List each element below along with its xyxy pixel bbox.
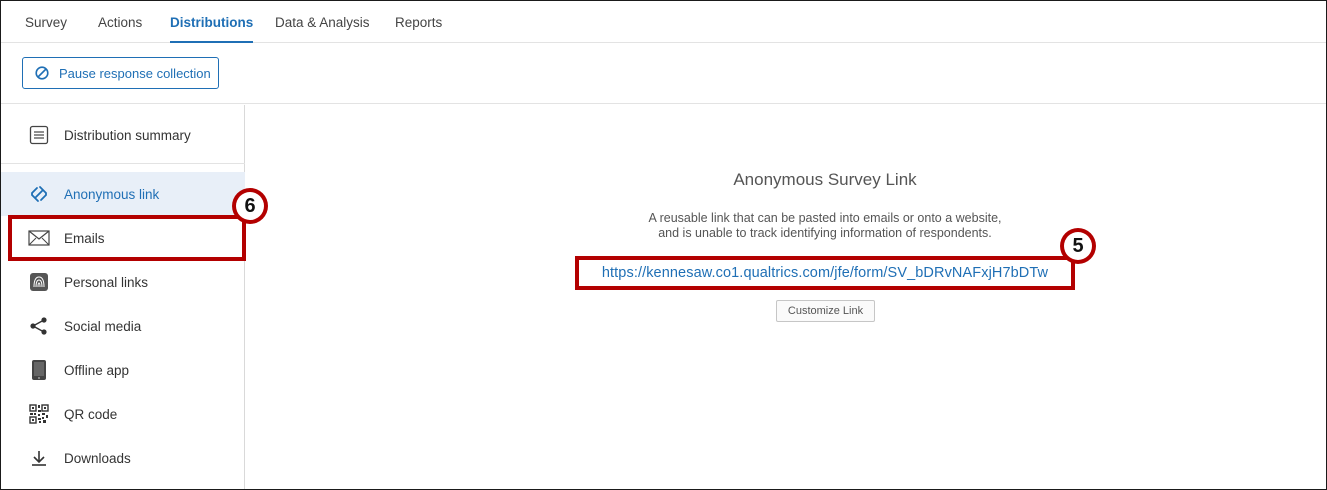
sidebar-item-label: Anonymous link	[64, 186, 160, 202]
sidebar-item-offline-app[interactable]: Offline app	[1, 348, 245, 392]
sidebar-item-label: Distribution summary	[64, 127, 191, 143]
anonymous-link-highlight: https://kennesaw.co1.qualtrics.com/jfe/f…	[575, 256, 1075, 290]
step-badge-6: 6	[232, 188, 268, 224]
sidebar-item-label: QR code	[64, 406, 118, 422]
sidebar-item-anonymous-link[interactable]: Anonymous link	[1, 172, 245, 216]
sidebar-item-downloads[interactable]: Downloads	[1, 436, 245, 480]
qr-code-icon	[28, 403, 50, 425]
share-icon	[28, 315, 50, 337]
phone-icon	[28, 359, 50, 381]
sidebar-item-qr-code[interactable]: QR code	[1, 392, 245, 436]
customize-link-button[interactable]: Customize Link	[776, 300, 875, 322]
link-icon	[28, 183, 50, 205]
tab-actions[interactable]: Actions	[98, 15, 142, 43]
emails-highlight-box	[8, 215, 246, 261]
description-line-1: A reusable link that can be pasted into …	[648, 211, 1002, 225]
tab-reports[interactable]: Reports	[395, 15, 442, 43]
tab-data-analysis[interactable]: Data & Analysis	[275, 15, 370, 43]
top-nav: Survey Actions Distributions Data & Anal…	[1, 1, 1326, 43]
page-title: Anonymous Survey Link	[733, 170, 917, 189]
sidebar-item-distribution-summary[interactable]: Distribution summary	[1, 113, 245, 157]
sidebar-divider	[1, 163, 245, 164]
toolbar: Pause response collection	[1, 43, 1326, 104]
step-badge-number: 5	[1064, 232, 1092, 260]
sidebar: Distribution summary Anonymous link Emai…	[1, 105, 245, 489]
sidebar-item-label: Offline app	[64, 362, 130, 378]
pause-response-collection-button[interactable]: Pause response collection	[22, 57, 219, 89]
description-line-2: and is unable to track identifying infor…	[658, 226, 992, 240]
tab-survey[interactable]: Survey	[25, 15, 67, 43]
sidebar-item-personal-links[interactable]: Personal links	[1, 260, 245, 304]
step-badge-number: 6	[236, 192, 264, 220]
anonymous-survey-link[interactable]: https://kennesaw.co1.qualtrics.com/jfe/f…	[602, 265, 1048, 281]
document-icon	[28, 124, 50, 146]
sidebar-item-social-media[interactable]: Social media	[1, 304, 245, 348]
download-icon	[28, 447, 50, 469]
block-icon	[35, 66, 49, 80]
sidebar-item-label: Downloads	[64, 450, 131, 466]
link-description: A reusable link that can be pasted into …	[560, 211, 1090, 241]
sidebar-item-label: Personal links	[64, 274, 149, 290]
pause-button-label: Pause response collection	[59, 65, 211, 81]
sidebar-item-label: Social media	[64, 318, 142, 334]
tab-distributions[interactable]: Distributions	[170, 15, 254, 43]
step-badge-5: 5	[1060, 228, 1096, 264]
fingerprint-icon	[28, 271, 50, 293]
